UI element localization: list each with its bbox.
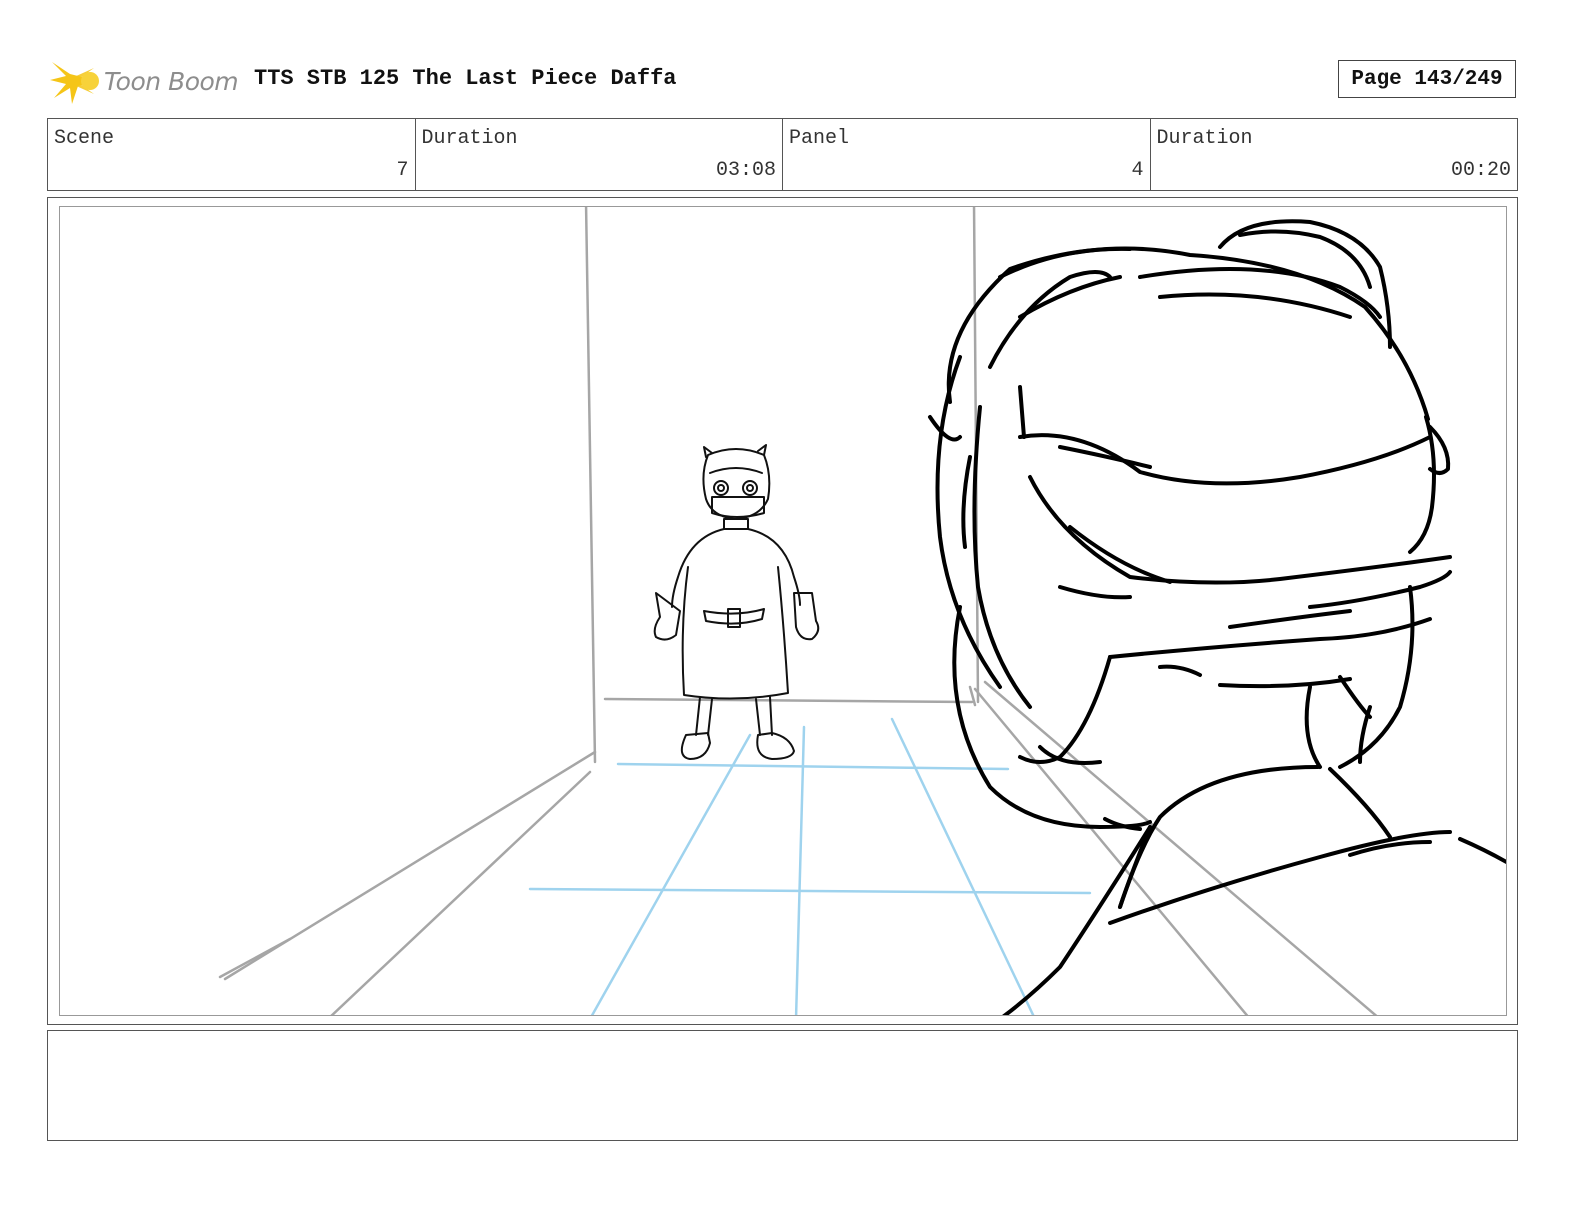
storyboard-panel [59, 206, 1507, 1016]
scene-cell: Scene 7 [48, 119, 416, 190]
panel-duration-value: 00:20 [1450, 159, 1511, 182]
page-indicator: Page 143/249 [1338, 60, 1516, 98]
distant-character [653, 444, 820, 760]
panel-cell: Panel 4 [783, 119, 1151, 190]
panel-value: 4 [1131, 159, 1144, 182]
panel-sketch [218, 207, 1506, 1015]
toon-boom-logo: Toon Boom [50, 54, 239, 108]
panel-duration-cell: Duration 00:20 [1151, 119, 1518, 190]
starburst-icon [50, 62, 99, 104]
floor-grid [528, 717, 1092, 1015]
scene-duration-value: 03:08 [715, 159, 776, 182]
notes-box [47, 1030, 1518, 1141]
scene-label: Scene [54, 127, 115, 150]
document-title: TTS STB 125 The Last Piece Daffa [254, 66, 677, 91]
panel-duration-label: Duration [1156, 127, 1253, 150]
scene-duration-label: Duration [421, 127, 518, 150]
panel-label: Panel [789, 127, 850, 150]
info-row: Scene 7 Duration 03:08 Panel 4 Duration … [47, 118, 1518, 191]
scene-duration-cell: Duration 03:08 [416, 119, 783, 190]
logo-text: Toon Boom [104, 66, 239, 96]
foreground-character [928, 219, 1506, 1015]
scene-value: 7 [396, 159, 409, 182]
panel-frame [47, 197, 1518, 1025]
